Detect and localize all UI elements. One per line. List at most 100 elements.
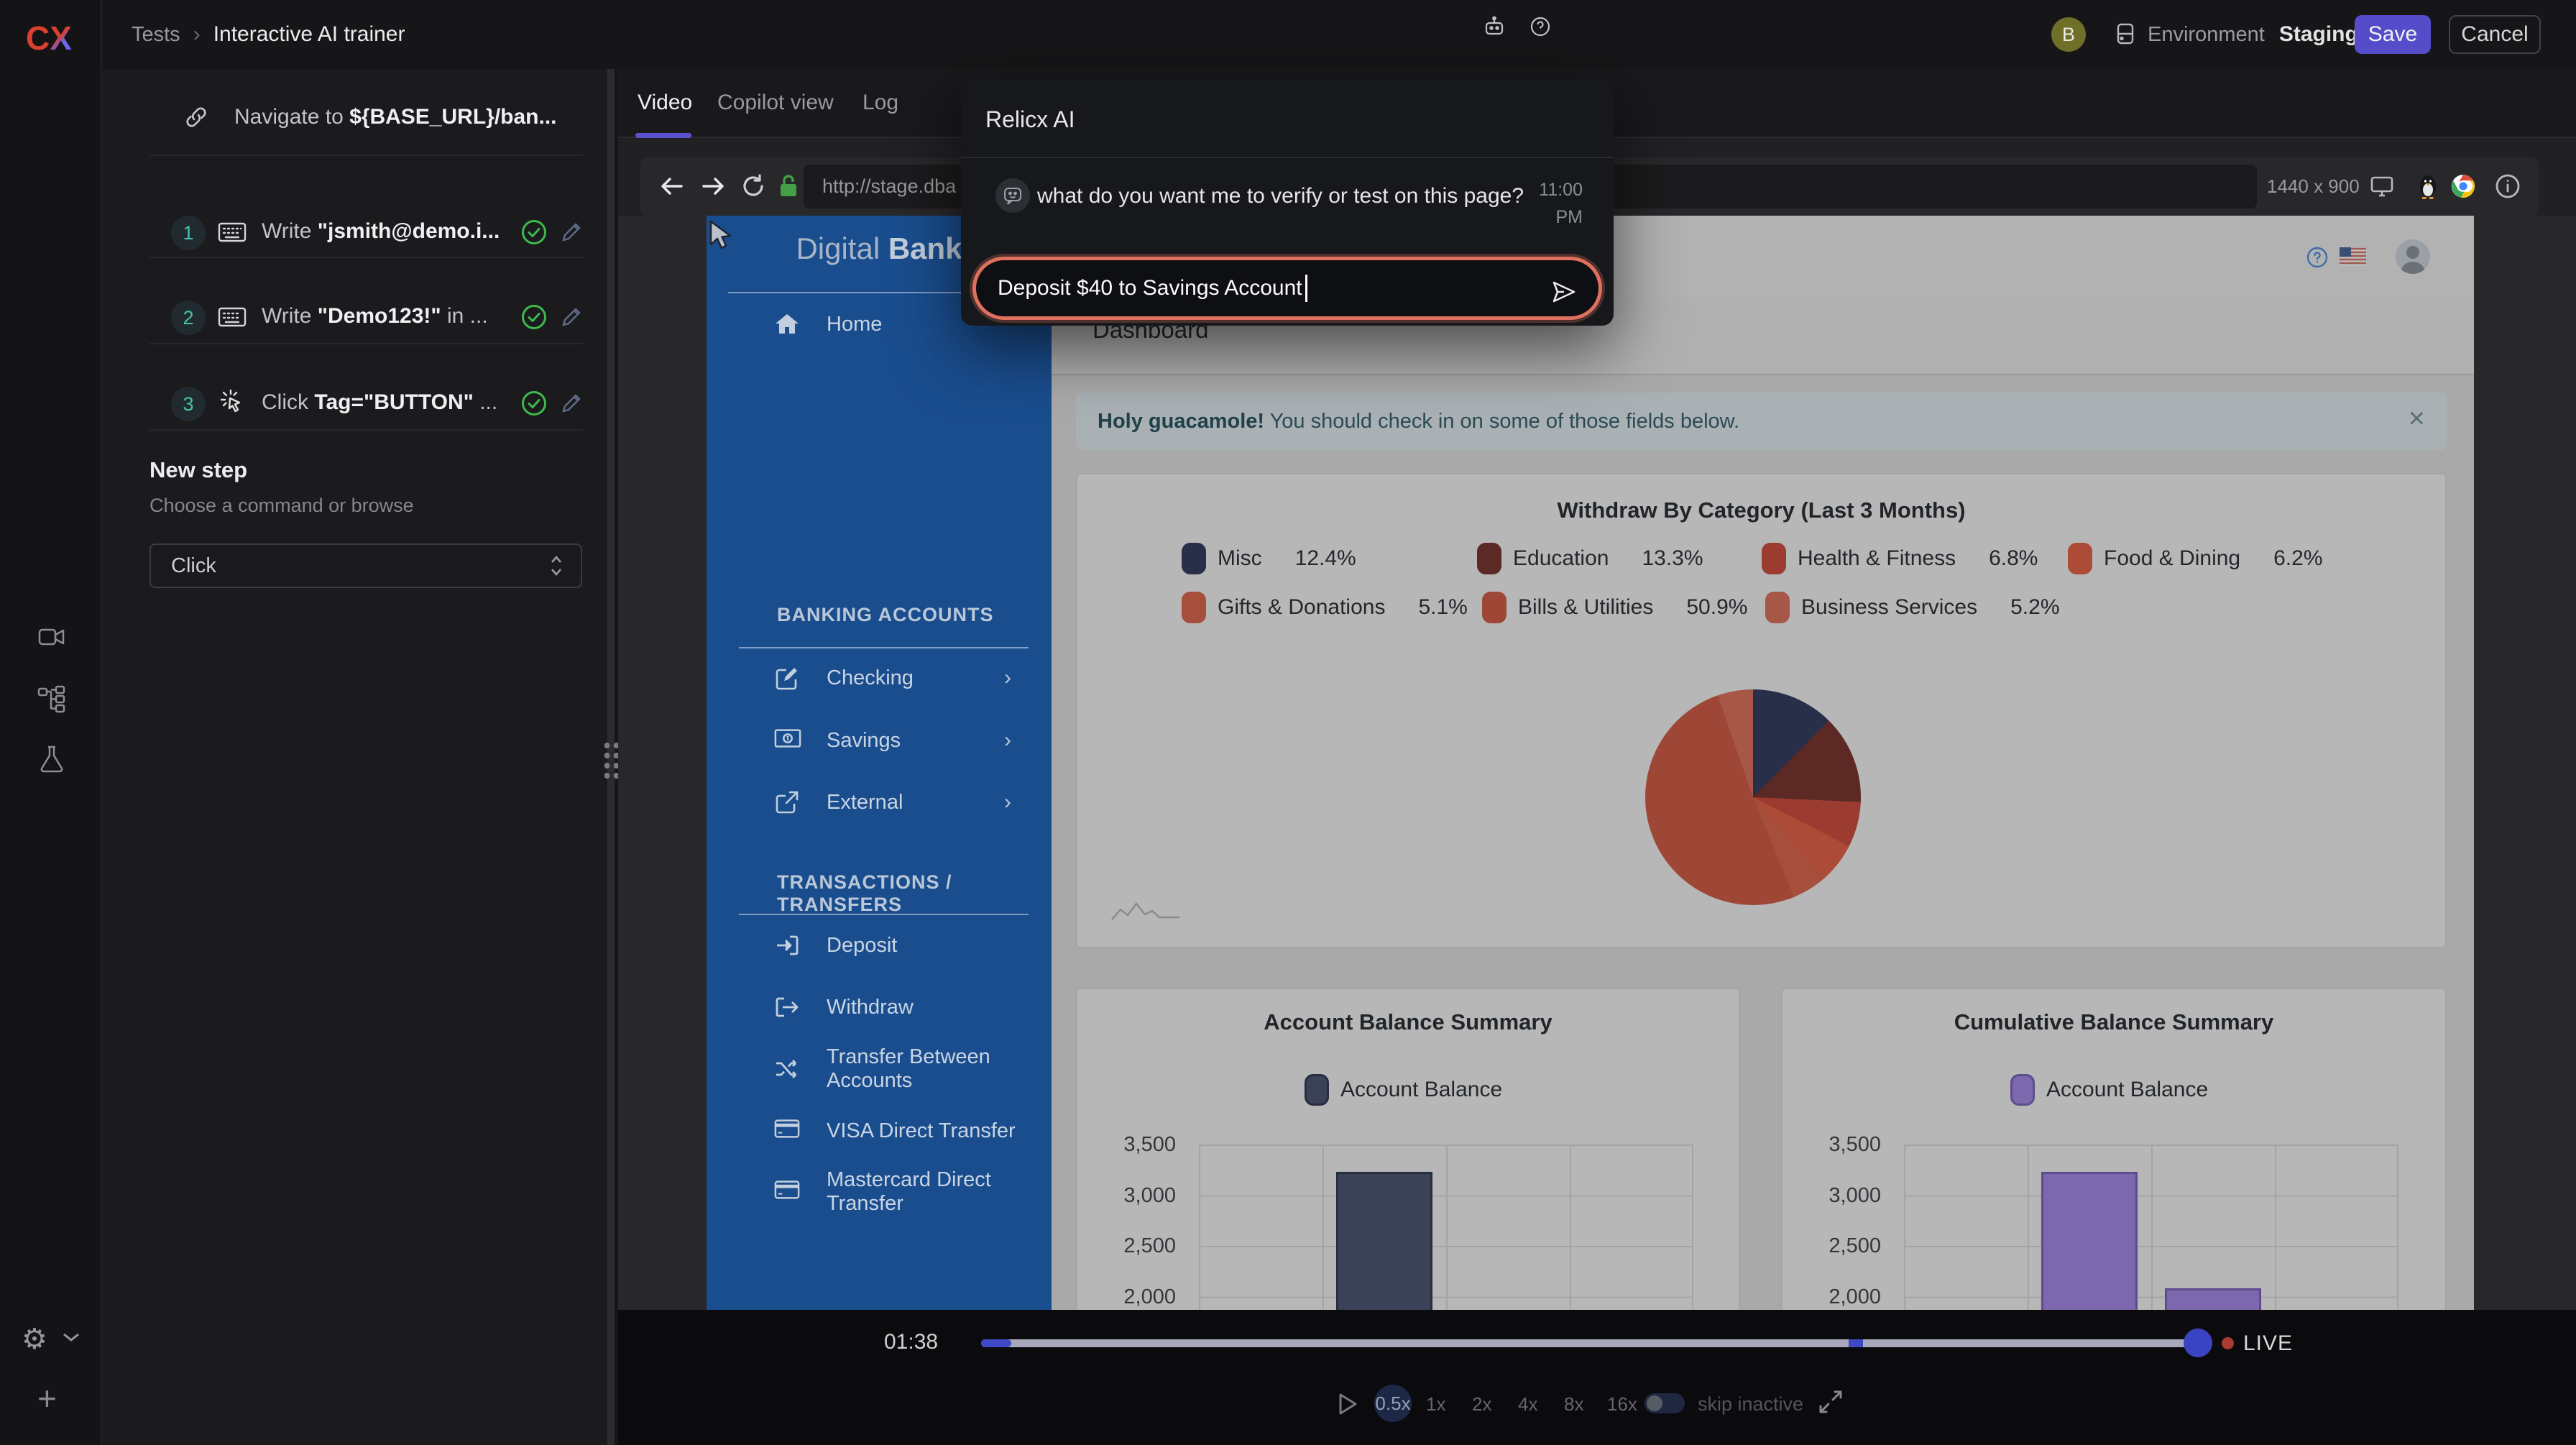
steps-sidebar: Navigate to ${BASE_URL}/ban... 1 Write "… [102,69,612,1445]
cx-logo[interactable]: CX [26,19,72,58]
nav-item-mastercard-transfer[interactable]: Mastercard Direct Transfer [707,1173,1052,1211]
bank-sidebar: Digital Bank Home BANKING ACCOUNTS Check… [707,216,1052,1310]
legend-item[interactable]: Health & Fitness6.8% [1762,543,2038,574]
sparkline-icon [1110,895,1182,927]
breadcrumb-current: Interactive AI trainer [213,22,405,47]
monitor-icon[interactable] [2369,173,2395,199]
legend-item[interactable]: Food & Dining6.2% [2068,543,2323,574]
divider [150,155,584,156]
edit-pencil-icon[interactable] [559,305,584,329]
help-icon[interactable] [1530,16,1551,37]
message-time: 11:00 [1539,180,1583,201]
nav-item-deposit[interactable]: Deposit [707,927,1052,964]
lock-icon [778,173,799,199]
relicx-input[interactable]: Deposit $40 to Savings Account [972,257,1602,320]
reload-icon[interactable] [740,173,766,199]
step-navigate[interactable]: Navigate to ${BASE_URL}/ban... [184,79,557,155]
legend-item[interactable]: Misc12.4% [1182,543,1356,574]
pie [1645,689,1861,905]
speed-16x-button[interactable]: 16x [1607,1393,1637,1416]
legend-item[interactable]: Education13.3% [1477,543,1703,574]
legend-item[interactable]: Gifts & Donations5.1% [1182,592,1468,623]
play-icon[interactable] [1337,1392,1358,1416]
legend-swatch [1477,543,1501,574]
cancel-button[interactable]: Cancel [2449,15,2541,54]
timeline-played [981,1339,1011,1347]
speed-1x-button[interactable]: 1x [1426,1393,1445,1416]
bank-help-icon[interactable] [2306,246,2329,269]
app-window: CX ⚙ + Tests › Interactive AI trainer B [0,0,2576,1445]
step-number-badge: 2 [171,301,206,335]
bar-chart-card-cumulative: Cumulative Balance Summary Account Balan… [1781,988,2447,1310]
step-row-2[interactable]: 2 Write "Demo123!" in ... [102,280,612,356]
nav-label: Mastercard Direct Transfer [827,1168,1052,1216]
speed-0-5x-button[interactable]: 0.5x [1374,1385,1412,1422]
nav-item-external[interactable]: External › [707,784,1052,821]
url-text: http://stage.dba [822,175,956,198]
tab-copilot-view[interactable]: Copilot view [717,69,834,137]
experiments-flask-icon[interactable] [36,743,68,775]
legend-item[interactable]: Business Services5.2% [1765,592,2060,623]
step-text: Click Tag="BUTTON" ... [262,390,497,415]
nav-item-withdraw[interactable]: Withdraw [707,988,1052,1026]
remote-cursor-icon [708,220,737,252]
sitemap-icon[interactable] [36,683,68,715]
legend-item[interactable]: Account Balance [1305,1074,1502,1106]
legend-item[interactable]: Account Balance [2010,1074,2208,1106]
active-tab-underline [635,133,691,138]
step-row-1[interactable]: 1 Write "jsmith@demo.i... [102,196,612,271]
bar-chart-title: Cumulative Balance Summary [1782,1009,2445,1035]
live-label[interactable]: LIVE [2243,1331,2293,1356]
chrome-icon [2451,174,2475,198]
tab-video[interactable]: Video [638,69,692,137]
nav-item-checking[interactable]: Checking › [707,659,1052,697]
cursor-click-icon [219,388,247,416]
chevron-right-icon: › [1004,728,1011,753]
fullscreen-icon[interactable] [1818,1389,1844,1415]
chevron-down-icon[interactable] [62,1331,80,1343]
us-flag-icon[interactable] [2340,247,2366,266]
live-dot [2222,1337,2234,1349]
logo-c: C [26,19,50,57]
step-row-3[interactable]: 3 Click Tag="BUTTON" ... [102,367,612,442]
nav-section-banking: BANKING ACCOUNTS [777,604,994,626]
skip-inactive-toggle[interactable] [1644,1393,1685,1413]
command-select[interactable]: Click [150,543,582,588]
sign-out-icon [774,994,800,1020]
legend-swatch [2010,1074,2035,1106]
speed-2x-button[interactable]: 2x [1472,1393,1491,1416]
bank-user-avatar[interactable] [2396,239,2430,274]
nav-label: Home [827,313,882,336]
speed-4x-button[interactable]: 4x [1518,1393,1537,1416]
edit-pencil-icon[interactable] [559,220,584,244]
timeline-track[interactable] [981,1339,2210,1347]
check-circle-icon [520,303,548,331]
robot-icon[interactable] [1484,16,1505,37]
chevron-right-icon: › [1004,790,1011,815]
recordings-icon[interactable] [36,621,68,653]
edit-pencil-icon[interactable] [559,391,584,416]
forward-icon[interactable] [699,173,727,200]
nav-item-transfer-between[interactable]: Transfer Between Accounts [707,1050,1052,1088]
environment-value[interactable]: Staging [2279,22,2358,47]
settings-gear-icon[interactable]: ⚙ [22,1323,47,1356]
speed-8x-button[interactable]: 8x [1564,1393,1583,1416]
legend-item[interactable]: Bills & Utilities50.9% [1482,592,1747,623]
divider [961,157,1614,158]
breadcrumb-tests[interactable]: Tests [132,23,180,47]
send-icon[interactable] [1550,277,1578,306]
nav-item-savings[interactable]: Savings › [707,722,1052,759]
text-caret [1305,275,1307,302]
add-button[interactable]: + [37,1379,57,1418]
tab-log[interactable]: Log [862,69,898,137]
alert-close-icon[interactable]: × [2409,403,2425,435]
info-icon[interactable] [2494,173,2521,200]
back-icon[interactable] [658,173,686,200]
timeline-marker[interactable] [1849,1339,1863,1347]
nav-item-visa-transfer[interactable]: VISA Direct Transfer [707,1112,1052,1150]
timeline-knob[interactable] [2184,1329,2212,1357]
keyboard-icon [218,305,247,329]
save-button[interactable]: Save [2355,15,2431,54]
user-avatar[interactable]: B [2051,17,2086,52]
playback-time: 01:38 [884,1330,938,1354]
